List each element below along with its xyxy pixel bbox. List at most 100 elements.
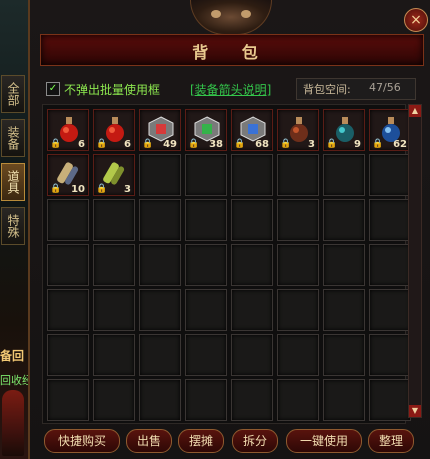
options-row: ✓ 不弹出批量使用框 [装备箭头说明] 背包空间: 47/56: [44, 78, 416, 100]
inventory-slot[interactable]: 🔒 3: [277, 109, 319, 151]
inventory-slot[interactable]: [139, 289, 181, 331]
item-quantity: 62: [393, 139, 407, 150]
inventory-slot[interactable]: [231, 289, 273, 331]
inventory-slot[interactable]: [139, 199, 181, 241]
action-bar: 快捷购买 出售 摆摊 拆分 一键使用 整理: [40, 426, 416, 456]
inventory-slot[interactable]: [277, 379, 319, 421]
tab-equipment[interactable]: 装备: [1, 119, 25, 157]
inventory-slot[interactable]: [369, 289, 411, 331]
inventory-slot[interactable]: [231, 244, 273, 286]
inventory-slot[interactable]: [139, 379, 181, 421]
inventory-slot[interactable]: [93, 334, 135, 376]
item-quantity: 3: [308, 139, 315, 150]
sell-button[interactable]: 出售: [126, 429, 172, 453]
no-batch-popup-checkbox[interactable]: ✓: [46, 82, 60, 96]
inventory-slot[interactable]: [93, 289, 135, 331]
inventory-slot[interactable]: [185, 289, 227, 331]
inventory-slot[interactable]: 🔒 6: [47, 109, 89, 151]
window-title: 背 包: [192, 43, 272, 62]
inventory-slot[interactable]: 🔒 6: [93, 109, 135, 151]
quick-buy-button[interactable]: 快捷购买: [44, 429, 120, 453]
inventory-slot[interactable]: [323, 379, 365, 421]
inventory-slot[interactable]: [369, 379, 411, 421]
inventory-slot[interactable]: 🔒 62: [369, 109, 411, 151]
inventory-slot[interactable]: [93, 244, 135, 286]
lock-icon: 🔒: [188, 139, 200, 149]
inventory-slot[interactable]: [185, 244, 227, 286]
split-button[interactable]: 拆分: [232, 429, 278, 453]
inventory-slot[interactable]: [277, 154, 319, 196]
inventory-slot[interactable]: [323, 334, 365, 376]
inventory-slot[interactable]: [277, 334, 319, 376]
equipment-arrow-help-link[interactable]: [装备箭头说明]: [190, 81, 271, 98]
inventory-slot[interactable]: [47, 199, 89, 241]
inventory-slot[interactable]: [323, 289, 365, 331]
inventory-slot[interactable]: 🔒 9: [323, 109, 365, 151]
inventory-slot[interactable]: [185, 334, 227, 376]
inventory-slot[interactable]: [231, 154, 273, 196]
inventory-slot[interactable]: [323, 244, 365, 286]
inventory-slot[interactable]: [47, 289, 89, 331]
side-label-1: 备回: [0, 349, 25, 363]
item-quantity: 3: [124, 184, 131, 195]
inventory-slot[interactable]: [277, 289, 319, 331]
item-quantity: 6: [124, 139, 131, 150]
scroll-down-button[interactable]: ▼: [409, 405, 421, 417]
inventory-slot[interactable]: [231, 379, 273, 421]
inventory-slot[interactable]: 🔒 38: [185, 109, 227, 151]
inventory-slot[interactable]: 🔒 3: [93, 154, 135, 196]
inventory-slot[interactable]: [139, 244, 181, 286]
item-quantity: 9: [354, 139, 361, 150]
close-button[interactable]: ×: [404, 8, 428, 32]
stall-button[interactable]: 摆摊: [178, 429, 224, 453]
inventory-slot[interactable]: [369, 154, 411, 196]
inventory-slot[interactable]: [369, 334, 411, 376]
inventory-slot[interactable]: 🔒 10: [47, 154, 89, 196]
inventory-slot[interactable]: [369, 244, 411, 286]
checkbox-label: 不弹出批量使用框: [64, 83, 161, 97]
lock-icon: 🔒: [326, 139, 338, 149]
lock-icon: 🔒: [50, 184, 62, 194]
lock-icon: 🔒: [96, 139, 108, 149]
capacity-value: 47/56: [369, 81, 401, 94]
tab-all[interactable]: 全部: [1, 75, 25, 113]
use-all-button[interactable]: 一键使用: [286, 429, 362, 453]
lock-icon: 🔒: [50, 139, 62, 149]
item-quantity: 6: [78, 139, 85, 150]
inventory-slot[interactable]: [369, 199, 411, 241]
inventory-slot[interactable]: [185, 154, 227, 196]
inventory-slot[interactable]: [47, 334, 89, 376]
inventory-slot[interactable]: 🔒 68: [231, 109, 273, 151]
tab-special[interactable]: 特殊: [1, 207, 25, 245]
ornament-eye: [241, 10, 251, 18]
capacity-label: 背包空间:: [303, 83, 351, 96]
item-quantity: 38: [209, 139, 223, 150]
inventory-slot[interactable]: [231, 334, 273, 376]
inventory-slot[interactable]: [47, 244, 89, 286]
inventory-grid: 🔒 6 🔒 6 🔒 49 🔒 38 🔒 68 🔒 3 🔒 9 🔒 62 🔒 10 🔒 3: [47, 109, 411, 421]
inventory-slot[interactable]: [323, 199, 365, 241]
inventory-slot[interactable]: [93, 199, 135, 241]
tab-items[interactable]: 道具: [1, 163, 25, 201]
inventory-slot[interactable]: [139, 334, 181, 376]
scroll-up-button[interactable]: ▲: [409, 105, 421, 117]
item-quantity: 49: [163, 139, 177, 150]
inventory-slot[interactable]: [277, 199, 319, 241]
inventory-slot[interactable]: [139, 154, 181, 196]
title-bar: 背 包: [40, 34, 424, 66]
lock-icon: 🔒: [142, 139, 154, 149]
inventory-slot[interactable]: [185, 379, 227, 421]
inventory-slot[interactable]: [47, 379, 89, 421]
capacity-box: 背包空间: 47/56: [296, 78, 416, 100]
inventory-slot[interactable]: [93, 379, 135, 421]
inventory-slot[interactable]: [185, 199, 227, 241]
inventory-slot[interactable]: 🔒 49: [139, 109, 181, 151]
inventory-slot[interactable]: [277, 244, 319, 286]
inventory-slot[interactable]: [323, 154, 365, 196]
item-quantity: 10: [71, 184, 85, 195]
inventory-slot[interactable]: [231, 199, 273, 241]
lock-icon: 🔒: [96, 184, 108, 194]
sort-button[interactable]: 整理: [368, 429, 414, 453]
item-quantity: 68: [255, 139, 269, 150]
inventory-scrollbar[interactable]: ▲ ▼: [408, 104, 422, 418]
